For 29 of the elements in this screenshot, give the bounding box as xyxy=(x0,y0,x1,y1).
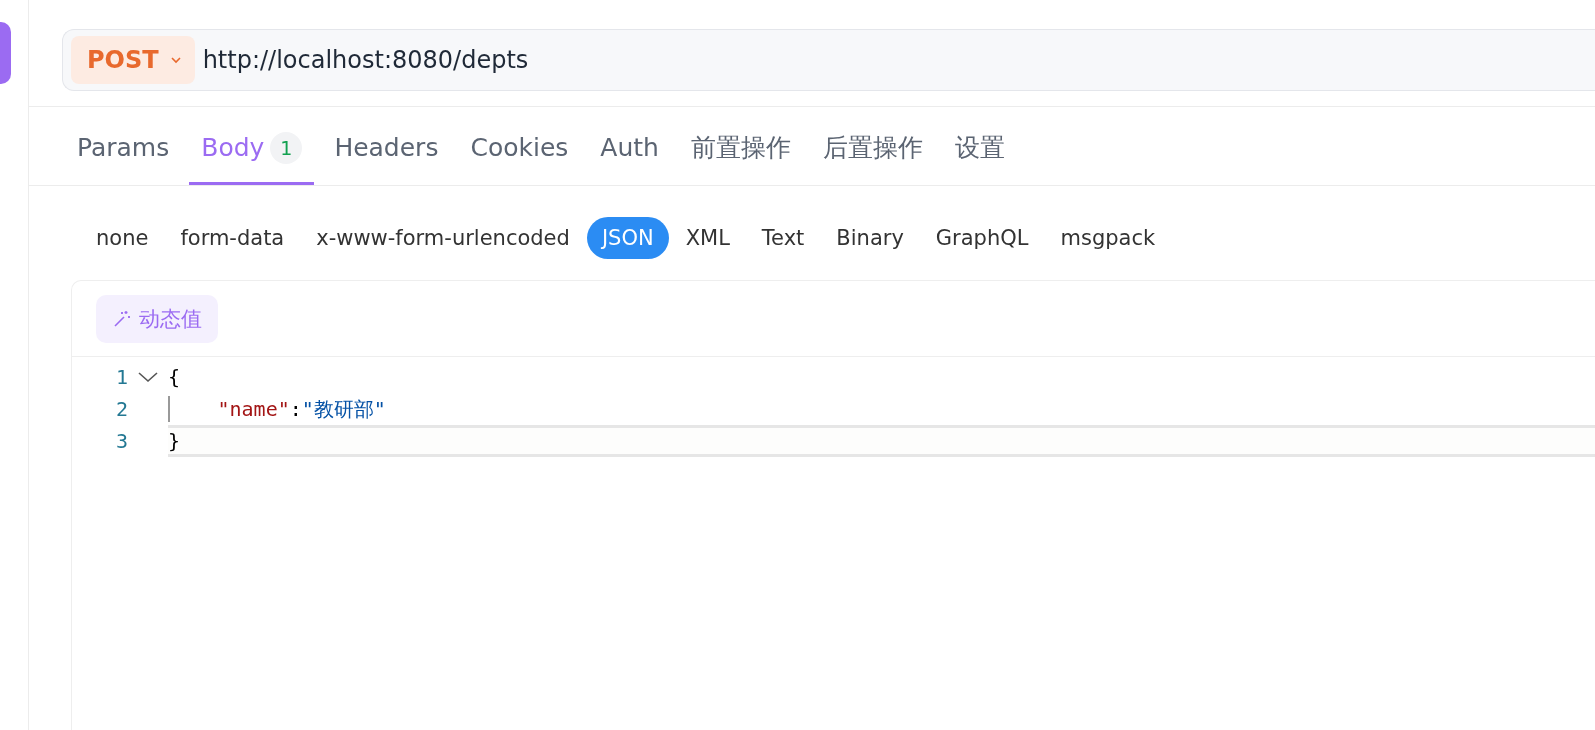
request-tab[interactable]: Auth xyxy=(588,107,671,185)
code-line: } xyxy=(168,429,181,453)
request-tab[interactable]: 后置操作 xyxy=(810,107,935,185)
code-line: { xyxy=(168,365,181,389)
magic-wand-icon xyxy=(112,309,132,329)
sidebar-tab[interactable] xyxy=(0,22,11,84)
request-tab[interactable]: Params xyxy=(65,107,182,185)
body-type-option[interactable]: JSON xyxy=(586,217,669,259)
body-type-option[interactable]: x-www-form-urlencoded xyxy=(301,217,585,259)
request-tab[interactable]: Cookies xyxy=(458,107,581,185)
line-number: 3 xyxy=(114,428,128,455)
fold-chevron-icon[interactable] xyxy=(137,370,159,384)
count-badge: 1 xyxy=(270,131,303,164)
url-field[interactable]: POST http://localhost:8080/depts xyxy=(62,29,1595,91)
dynamic-value-button[interactable]: 动态值 xyxy=(96,295,218,343)
request-tab[interactable]: 设置 xyxy=(942,107,1017,185)
body-type-option[interactable]: msgpack xyxy=(1045,217,1171,259)
request-tab[interactable]: Headers xyxy=(322,107,451,185)
request-tab[interactable]: Body 1 xyxy=(189,107,315,185)
line-number: 2 xyxy=(114,396,128,423)
body-type-option[interactable]: form-data xyxy=(165,217,300,259)
body-type-option[interactable]: Binary xyxy=(821,217,919,259)
body-type-option[interactable]: none xyxy=(81,217,164,259)
line-number: 1 xyxy=(114,364,128,391)
request-tab[interactable]: 前置操作 xyxy=(678,107,803,185)
body-type-option[interactable]: XML xyxy=(670,217,745,259)
code-line: "name":"教研部" xyxy=(217,395,386,423)
body-type-option[interactable]: GraphQL xyxy=(920,217,1044,259)
body-type-option[interactable]: Text xyxy=(746,217,820,259)
